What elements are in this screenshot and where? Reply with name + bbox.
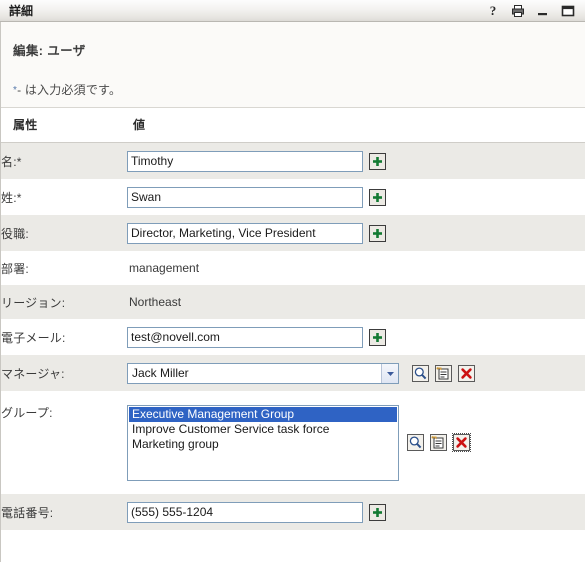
list-item[interactable]: Improve Customer Service task force [129, 422, 397, 437]
phone-input[interactable] [127, 501, 363, 523]
groups-action-buttons [406, 433, 471, 452]
window-titlebar: 詳細 ? [0, 0, 585, 22]
department-value: management [129, 261, 200, 275]
groups-field-group: Executive Management Group Improve Custo… [127, 404, 585, 481]
table-row: 名:* [1, 142, 585, 179]
print-icon[interactable] [511, 4, 525, 18]
column-header-value: 値 [127, 108, 585, 143]
region-value: Northeast [129, 295, 182, 309]
window-title: 詳細 [9, 4, 34, 18]
page-title: 編集: ユーザ [13, 44, 86, 58]
add-icon[interactable] [369, 503, 386, 521]
table-row: 電子メール: [1, 319, 585, 355]
email-input[interactable] [127, 326, 363, 348]
table-row: 姓:* [1, 179, 585, 215]
delete-icon[interactable] [457, 364, 476, 383]
add-icon[interactable] [369, 188, 386, 206]
add-icon[interactable] [369, 224, 386, 242]
table-row: 部署: management [1, 251, 585, 285]
minimize-icon[interactable] [536, 4, 550, 18]
table-row: マネージャ: Jack Miller [1, 355, 585, 391]
manager-selected-value: Jack Miller [132, 366, 189, 380]
field-label: 部署: [1, 251, 127, 285]
groups-listbox[interactable]: Executive Management Group Improve Custo… [127, 404, 399, 481]
field-label: 電子メール: [1, 319, 127, 355]
table-row: グループ: Executive Management Group Improve… [1, 391, 585, 494]
job-title-input[interactable] [127, 222, 363, 244]
add-icon[interactable] [369, 328, 386, 346]
attributes-table: 属性 値 名:* Timothy 姓:* Swan 役職: Director, … [1, 108, 585, 530]
table-row: リージョン: Northeast [1, 285, 585, 319]
field-label: グループ: [1, 391, 127, 494]
chevron-down-icon[interactable] [381, 363, 398, 383]
table-header-row: 属性 値 [1, 108, 585, 143]
list-item[interactable]: Marketing group [129, 437, 397, 452]
field-label: 名:* [1, 142, 127, 179]
job-title-field-group [127, 222, 585, 244]
manager-field-group: Jack Miller [127, 362, 585, 384]
field-label: マネージャ: [1, 355, 127, 391]
first-name-field-group [127, 150, 585, 172]
search-icon[interactable] [406, 433, 425, 452]
titlebar-buttons: ? [486, 4, 579, 18]
delete-icon[interactable] [452, 433, 471, 452]
table-row: 役職: [1, 215, 585, 251]
history-icon[interactable] [429, 433, 448, 452]
field-label: 姓:* [1, 179, 127, 215]
window-content: 編集: ユーザ *- は入力必須です。 属性 値 名:* Timothy 姓:*… [0, 22, 585, 562]
field-label: 電話番号: [1, 494, 127, 530]
required-note: *- は入力必須です。 [13, 81, 585, 98]
search-icon[interactable] [411, 364, 430, 383]
manager-action-buttons [411, 364, 476, 383]
intro-block: 編集: ユーザ *- は入力必須です。 [1, 22, 585, 108]
field-label: リージョン: [1, 285, 127, 319]
required-note-text: - は入力必須です。 [17, 83, 122, 97]
details-window: 詳細 ? 編集: ユーザ *- は入力必須です。 属性 値 名:* Timoth… [0, 0, 585, 562]
first-name-input[interactable] [127, 150, 363, 172]
history-icon[interactable] [434, 364, 453, 383]
last-name-field-group [127, 186, 585, 208]
maximize-icon[interactable] [561, 4, 575, 18]
phone-field-group [127, 501, 585, 523]
manager-select[interactable]: Jack Miller [127, 362, 399, 384]
email-field-group [127, 326, 585, 348]
list-item[interactable]: Executive Management Group [129, 406, 397, 422]
last-name-input[interactable] [127, 186, 363, 208]
field-label: 役職: [1, 215, 127, 251]
table-row: 電話番号: [1, 494, 585, 530]
help-icon[interactable]: ? [486, 4, 500, 18]
add-icon[interactable] [369, 152, 386, 170]
column-header-attribute: 属性 [1, 108, 127, 143]
